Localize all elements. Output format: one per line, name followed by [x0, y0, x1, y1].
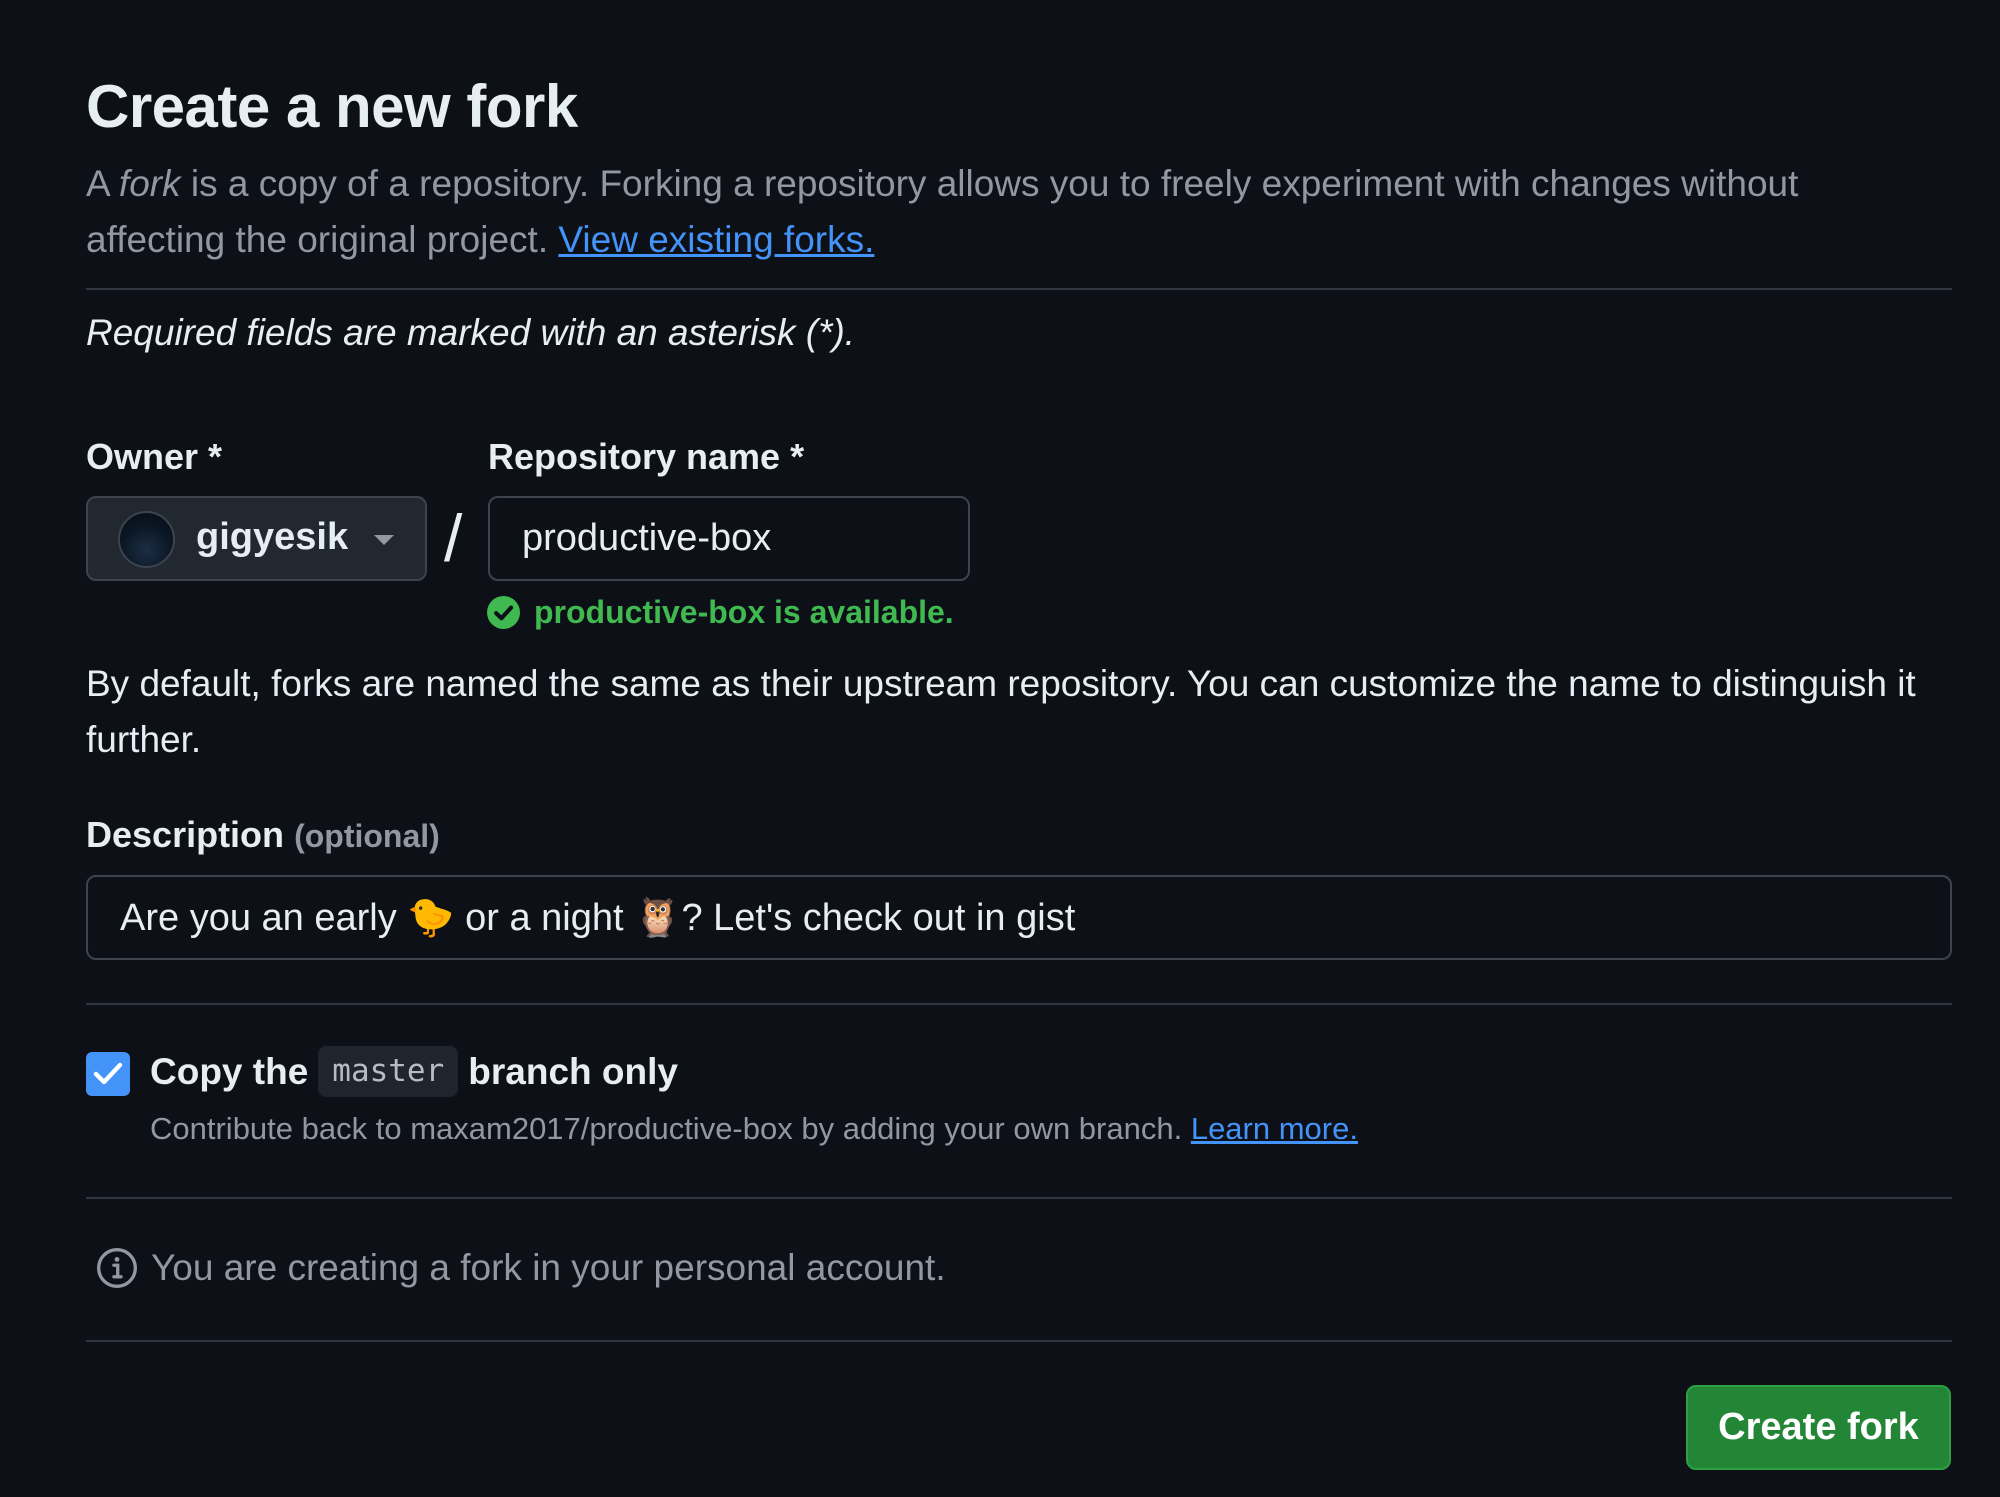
copy-branch-prefix: Copy the — [150, 1050, 309, 1092]
owner-select[interactable]: gigyesik — [86, 496, 427, 581]
info-icon — [97, 1248, 137, 1288]
divider — [86, 1197, 1952, 1199]
owner-repo-separator: / — [444, 501, 463, 575]
optional-hint: (optional) — [294, 818, 440, 854]
availability-text: productive-box is available. — [534, 594, 954, 630]
branch-name-code: master — [318, 1046, 459, 1097]
description-input[interactable]: Are you an early 🐤 or a night 🦉? Let's c… — [86, 875, 1952, 960]
caret-down-icon — [374, 535, 394, 545]
intro-text: A fork is a copy of a repository. Forkin… — [86, 156, 1936, 268]
personal-account-info: You are creating a fork in your personal… — [95, 1246, 946, 1290]
default-name-note: By default, forks are named the same as … — [86, 663, 1916, 760]
description-label: Description (optional) — [86, 814, 440, 856]
copy-branch-checkbox[interactable] — [86, 1052, 130, 1096]
create-fork-button[interactable]: Create fork — [1686, 1385, 1951, 1470]
divider — [86, 288, 1952, 290]
divider — [86, 1340, 1952, 1342]
intro-fork-word: fork — [118, 163, 181, 204]
check-circle-icon — [487, 596, 520, 629]
availability-message: productive-box is available. — [487, 594, 954, 631]
learn-more-link[interactable]: Learn more. — [1191, 1111, 1358, 1146]
repository-name-label: Repository name * — [488, 436, 805, 477]
description-value: Are you an early 🐤 or a night 🦉? Let's c… — [120, 896, 1076, 939]
required-fields-note: Required fields are marked with an aster… — [86, 312, 856, 353]
personal-account-info-text: You are creating a fork in your personal… — [151, 1247, 946, 1288]
repository-name-input[interactable]: productive-box — [488, 496, 970, 581]
intro-prefix: A — [86, 163, 119, 204]
owner-name: gigyesik — [196, 516, 349, 558]
intro-rest: is a copy of a repository. Forking a rep… — [86, 163, 1799, 260]
copy-branch-description: Contribute back to maxam2017/productive-… — [150, 1111, 1358, 1147]
repository-name-value: productive-box — [522, 517, 772, 559]
copy-branch-label[interactable]: Copy the master branch only — [150, 1046, 678, 1097]
avatar — [118, 511, 175, 568]
checkmark-icon — [93, 1062, 123, 1085]
page-title: Create a new fork — [86, 73, 578, 140]
divider — [86, 1003, 1952, 1005]
description-label-text: Description — [86, 814, 285, 855]
owner-label: Owner * — [86, 436, 223, 477]
view-existing-forks-link[interactable]: View existing forks. — [558, 219, 874, 260]
copy-branch-suffix: branch only — [468, 1050, 678, 1092]
copy-branch-sub-text: Contribute back to maxam2017/productive-… — [150, 1111, 1191, 1146]
